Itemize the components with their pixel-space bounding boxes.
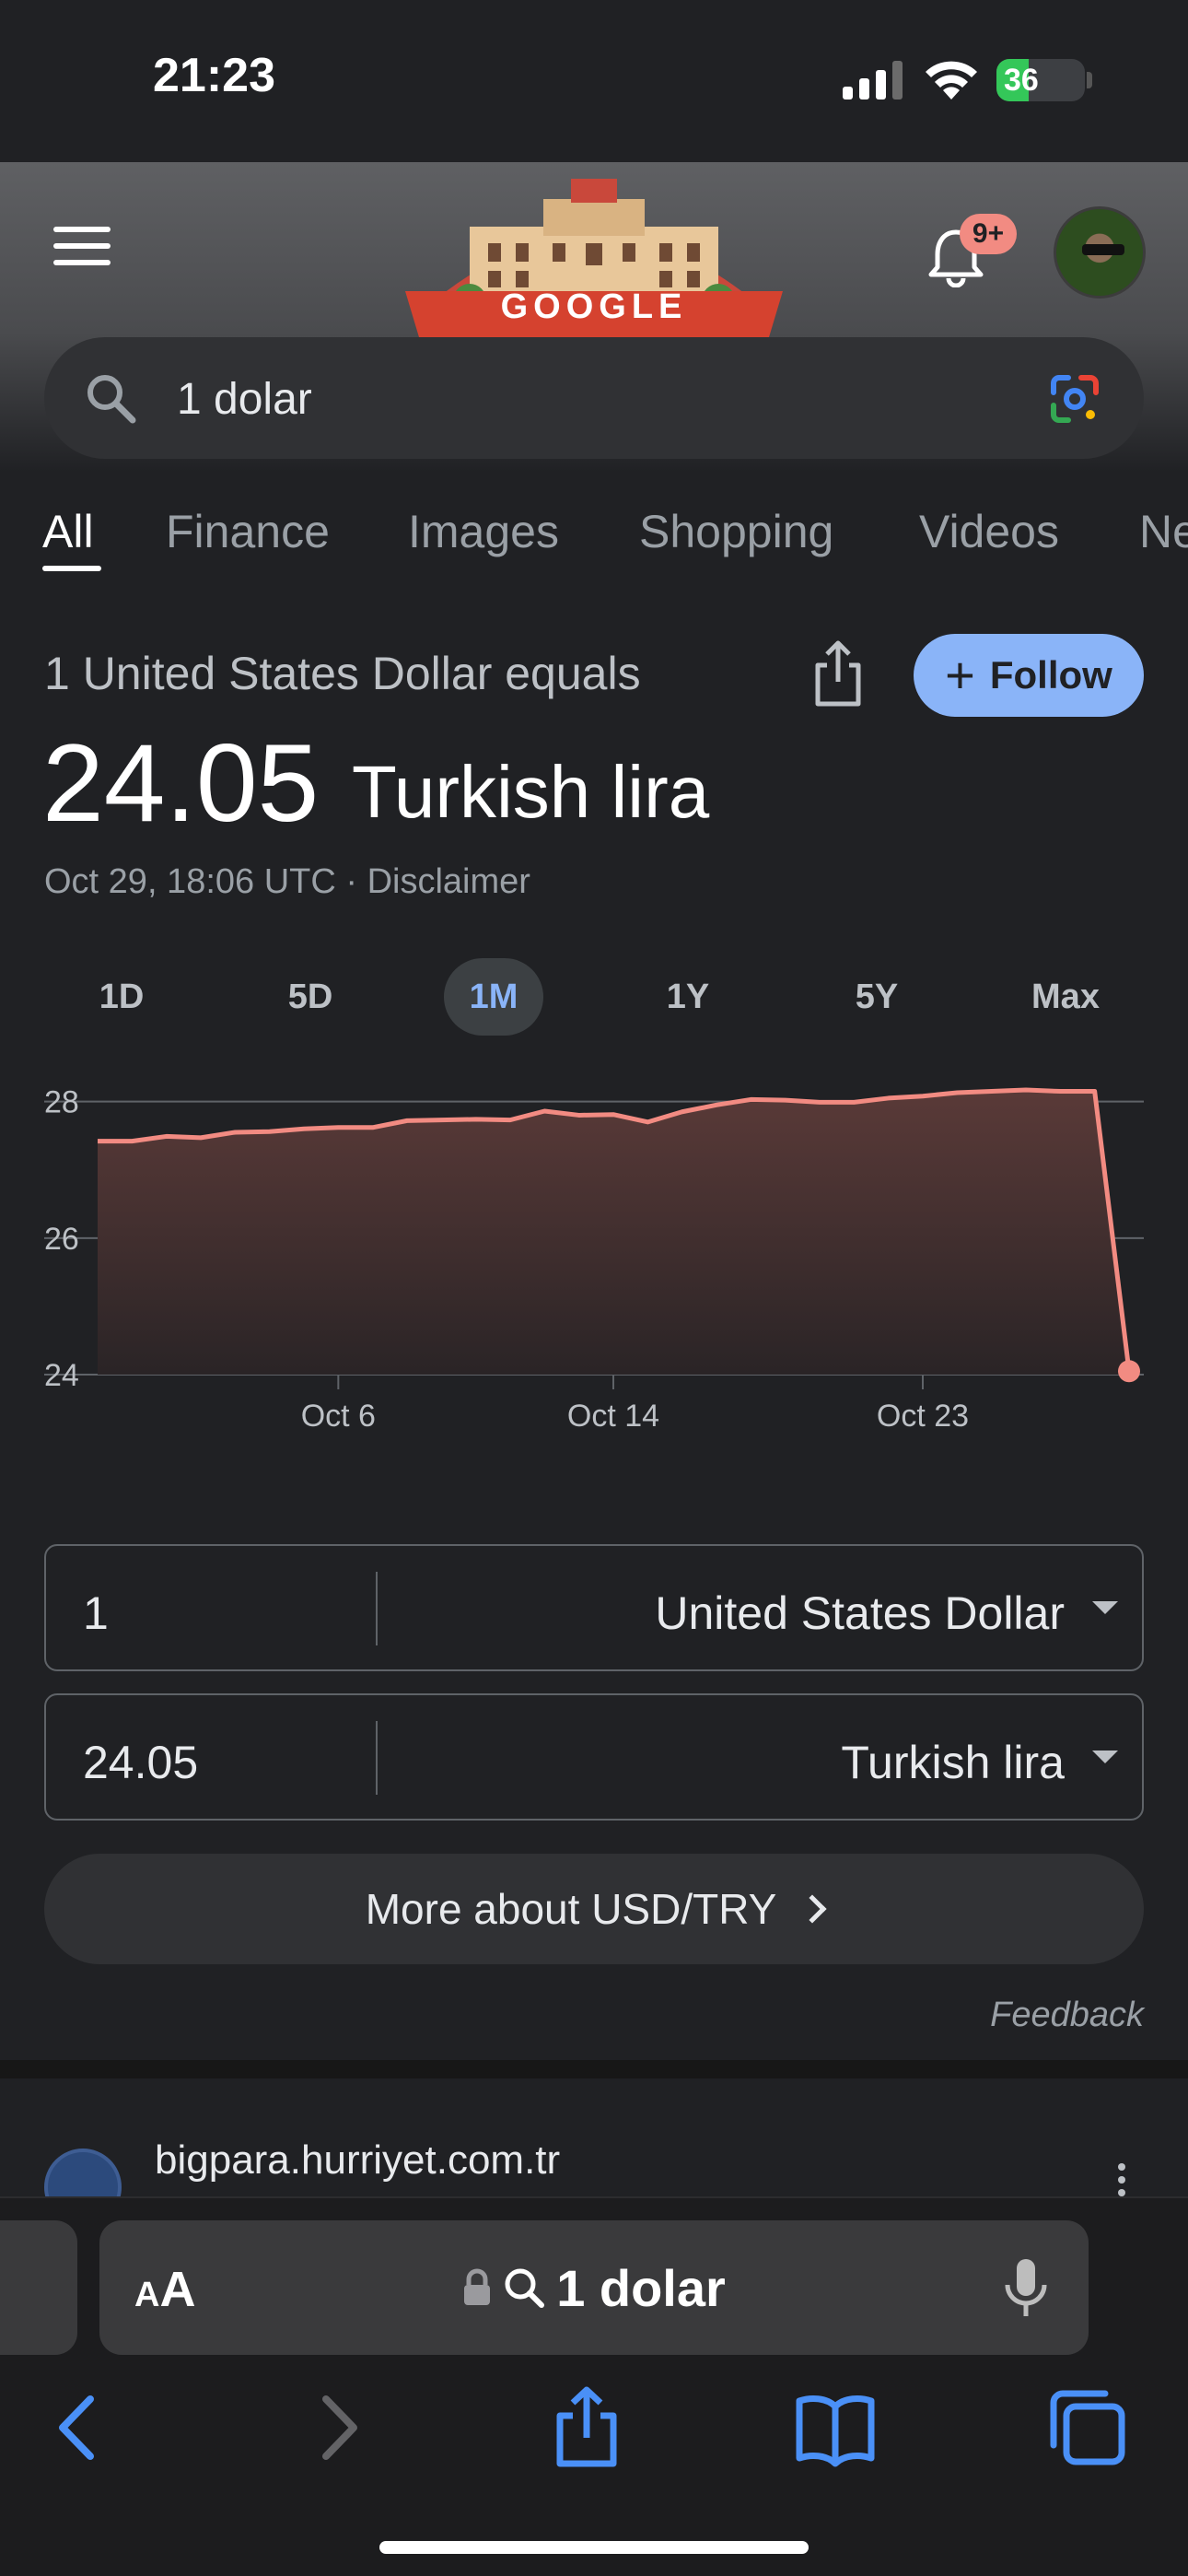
current-value-point: [1118, 1360, 1140, 1383]
search-bar[interactable]: 1 dolar: [44, 337, 1144, 459]
mic-icon[interactable]: [1004, 2257, 1048, 2320]
timestamp-text: Oct 29, 18:06 UTC: [44, 862, 336, 901]
search-icon: [87, 375, 136, 424]
rate-unit: Turkish lira: [352, 751, 710, 833]
exchange-rate-chart[interactable]: 28 26 24 Oct 6 Oct 14 Oct 23: [0, 1065, 1188, 1470]
follow-label: Follow: [989, 653, 1112, 697]
share-icon[interactable]: [545, 2386, 628, 2469]
currency-select-to[interactable]: Turkish lira: [841, 1736, 1065, 1789]
y-tick-label: 26: [44, 1222, 79, 1257]
amount-input-to[interactable]: 24.05: [83, 1736, 198, 1789]
currency-select-from[interactable]: United States Dollar: [655, 1587, 1065, 1640]
forward-icon[interactable]: [297, 2386, 379, 2469]
wifi-icon: [926, 61, 977, 100]
tab-images[interactable]: Images: [408, 505, 559, 558]
address-text: 1 dolar: [556, 2258, 726, 2317]
clock: 21:23: [153, 49, 275, 102]
cellular-signal-icon: [843, 61, 903, 100]
amount-input-from[interactable]: 1: [83, 1587, 109, 1640]
search-tabs: All Finance Images Shopping Videos News: [0, 472, 1188, 591]
search-input[interactable]: 1 dolar: [177, 374, 312, 425]
search-result[interactable]: bigpara.hurriyet.com.tr: [0, 2078, 1188, 2198]
dropdown-caret-icon: [1092, 1751, 1118, 1763]
active-tab-indicator: [42, 566, 101, 571]
result-domain[interactable]: bigpara.hurriyet.com.tr: [155, 2137, 560, 2184]
disclaimer-link[interactable]: Disclaimer: [367, 862, 530, 901]
follow-button[interactable]: + Follow: [914, 634, 1144, 717]
globe-icon: [44, 2149, 122, 2198]
converter-divider: [376, 1572, 378, 1645]
home-indicator: [379, 2541, 809, 2554]
lens-icon[interactable]: [1048, 372, 1101, 426]
converter-row-to: 24.05 Turkish lira: [44, 1693, 1144, 1821]
address-center: 1 dolar: [99, 2220, 1089, 2355]
plus-icon: +: [945, 646, 975, 704]
previous-tab-preview[interactable]: [0, 2220, 77, 2355]
battery-indicator: 36: [996, 59, 1085, 101]
tab-all[interactable]: All: [42, 505, 94, 558]
notification-badge: 9+: [960, 214, 1017, 254]
google-header: GOOGLE 9+ 1 dolar: [0, 162, 1188, 472]
x-tick-label: Oct 6: [301, 1399, 376, 1434]
battery-nub: [1087, 72, 1092, 88]
range-1m[interactable]: 1M: [444, 958, 543, 1036]
doodle-text: GOOGLE: [500, 287, 688, 326]
dropdown-caret-icon: [1092, 1601, 1118, 1614]
equals-label: 1 United States Dollar equals: [44, 648, 641, 699]
tab-finance[interactable]: Finance: [166, 505, 330, 558]
avatar[interactable]: [1054, 206, 1146, 299]
battery-level: 36: [1004, 63, 1039, 98]
bookmarks-icon[interactable]: [794, 2386, 877, 2469]
tab-shopping[interactable]: Shopping: [639, 505, 833, 558]
range-max[interactable]: Max: [1010, 958, 1121, 1036]
back-icon[interactable]: [37, 2386, 120, 2469]
section-divider: [0, 2060, 1188, 2078]
address-bar[interactable]: AA 1 dolar: [99, 2220, 1089, 2355]
range-1d[interactable]: 1D: [66, 958, 177, 1036]
more-options-icon[interactable]: [1118, 2163, 1127, 2198]
timestamp-separator: ·: [345, 862, 358, 901]
share-icon[interactable]: [810, 639, 866, 708]
y-tick-label: 28: [44, 1085, 79, 1120]
tab-news[interactable]: News: [1139, 505, 1188, 558]
status-bar: 21:23 36: [0, 0, 1188, 162]
safari-toolbar: AA 1 dolar: [0, 2196, 1188, 2576]
rate-value: 24.05: [42, 721, 320, 845]
range-1y[interactable]: 1Y: [633, 958, 743, 1036]
chart-range-tabs: 1D 5D 1M 1Y 5Y Max: [0, 958, 1188, 1041]
chevron-right-icon: [798, 1894, 827, 1924]
currency-converter-card: 1 United States Dollar equals + Follow 2…: [0, 591, 1188, 2060]
converter-divider: [376, 1721, 378, 1795]
x-tick-label: Oct 23: [877, 1399, 969, 1434]
menu-icon[interactable]: [53, 227, 111, 275]
converter-row-from: 1 United States Dollar: [44, 1544, 1144, 1671]
search-icon: [505, 2268, 545, 2308]
more-about-label: More about USD/TRY: [365, 1885, 777, 1933]
tabs-icon[interactable]: [1046, 2386, 1129, 2469]
range-5y[interactable]: 5Y: [821, 958, 932, 1036]
lock-icon: [464, 2268, 491, 2305]
range-5d[interactable]: 5D: [255, 958, 366, 1036]
feedback-link[interactable]: Feedback: [990, 1996, 1144, 2035]
rate-timestamp: Oct 29, 18:06 UTC · Disclaimer: [44, 862, 530, 902]
more-about-button[interactable]: More about USD/TRY: [44, 1854, 1144, 1964]
x-tick-label: Oct 14: [567, 1399, 659, 1434]
tab-videos[interactable]: Videos: [919, 505, 1059, 558]
y-tick-label: 24: [44, 1358, 79, 1393]
